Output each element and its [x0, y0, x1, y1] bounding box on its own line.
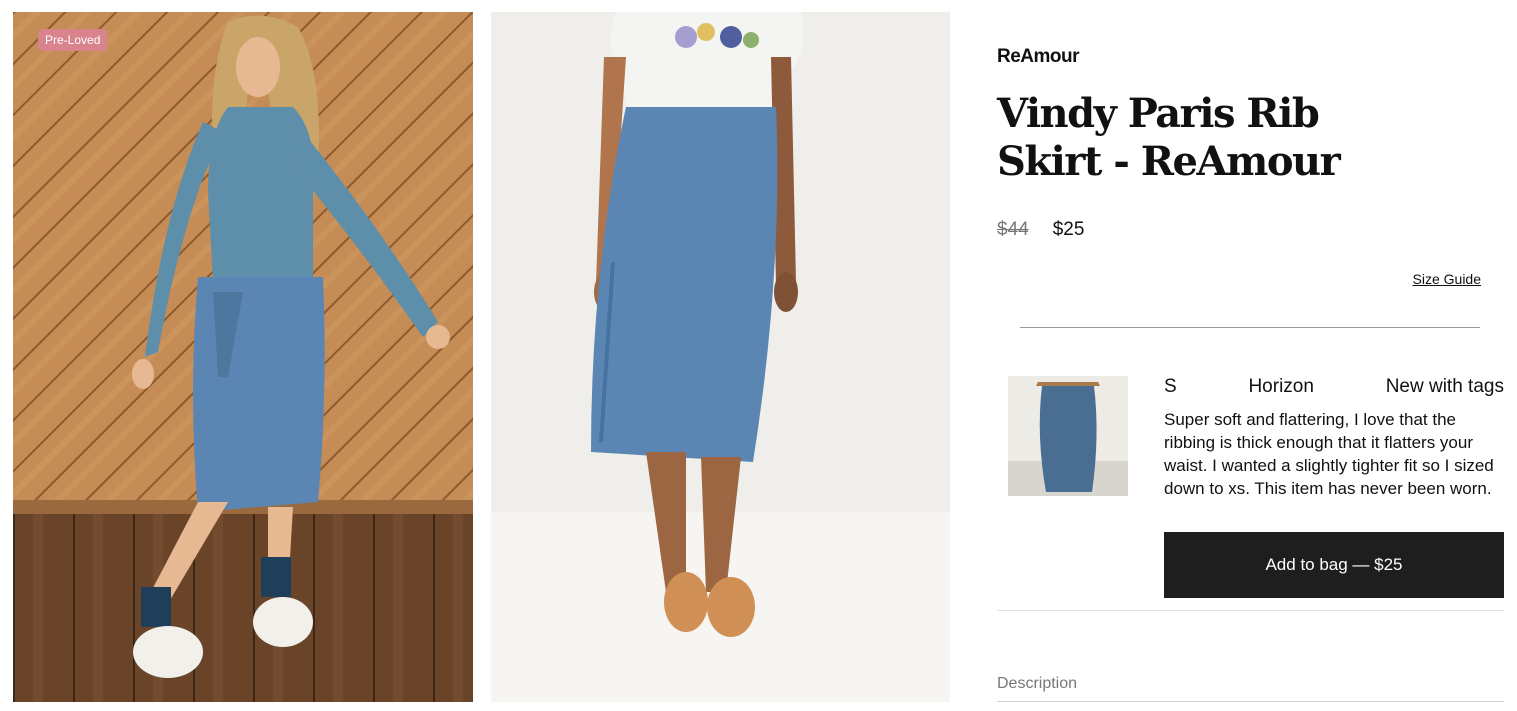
description-section-toggle[interactable]: Description — [997, 675, 1077, 693]
photo-model-wood-wall — [13, 12, 473, 702]
listing-thumbnail[interactable] — [1008, 376, 1128, 496]
add-to-bag-button[interactable]: Add to bag — $25 — [1164, 532, 1504, 598]
product-photo-secondary[interactable] — [491, 12, 950, 702]
product-page: Pre-Loved ReAmour Vindy Paris Rib Skirt … — [0, 0, 1517, 711]
divider — [997, 610, 1504, 611]
original-price: $44 — [997, 219, 1029, 240]
pre-loved-badge: Pre-Loved — [38, 29, 108, 51]
listing-color: Horizon — [1248, 376, 1314, 397]
listing-attributes: S Horizon New with tags — [1164, 376, 1504, 398]
size-guide-link[interactable]: Size Guide — [1413, 271, 1481, 287]
product-title: Vindy Paris Rib Skirt - ReAmour — [997, 90, 1341, 185]
product-info-panel: ReAmour Vindy Paris Rib Skirt - ReAmour … — [997, 0, 1504, 711]
listing-description: Super soft and flattering, I love that t… — [1164, 410, 1494, 498]
skirt-on-hanger-image — [1008, 376, 1128, 496]
divider — [1020, 327, 1480, 328]
listing-condition: New with tags — [1385, 376, 1504, 397]
price-row: $44 $25 — [997, 219, 1084, 241]
sale-price: $25 — [1052, 219, 1085, 240]
photo-model-skirt-closeup — [491, 12, 950, 702]
product-photo-main[interactable]: Pre-Loved — [13, 12, 473, 702]
divider — [997, 701, 1504, 702]
brand-name[interactable]: ReAmour — [997, 46, 1080, 68]
listing-size: S — [1164, 376, 1177, 397]
